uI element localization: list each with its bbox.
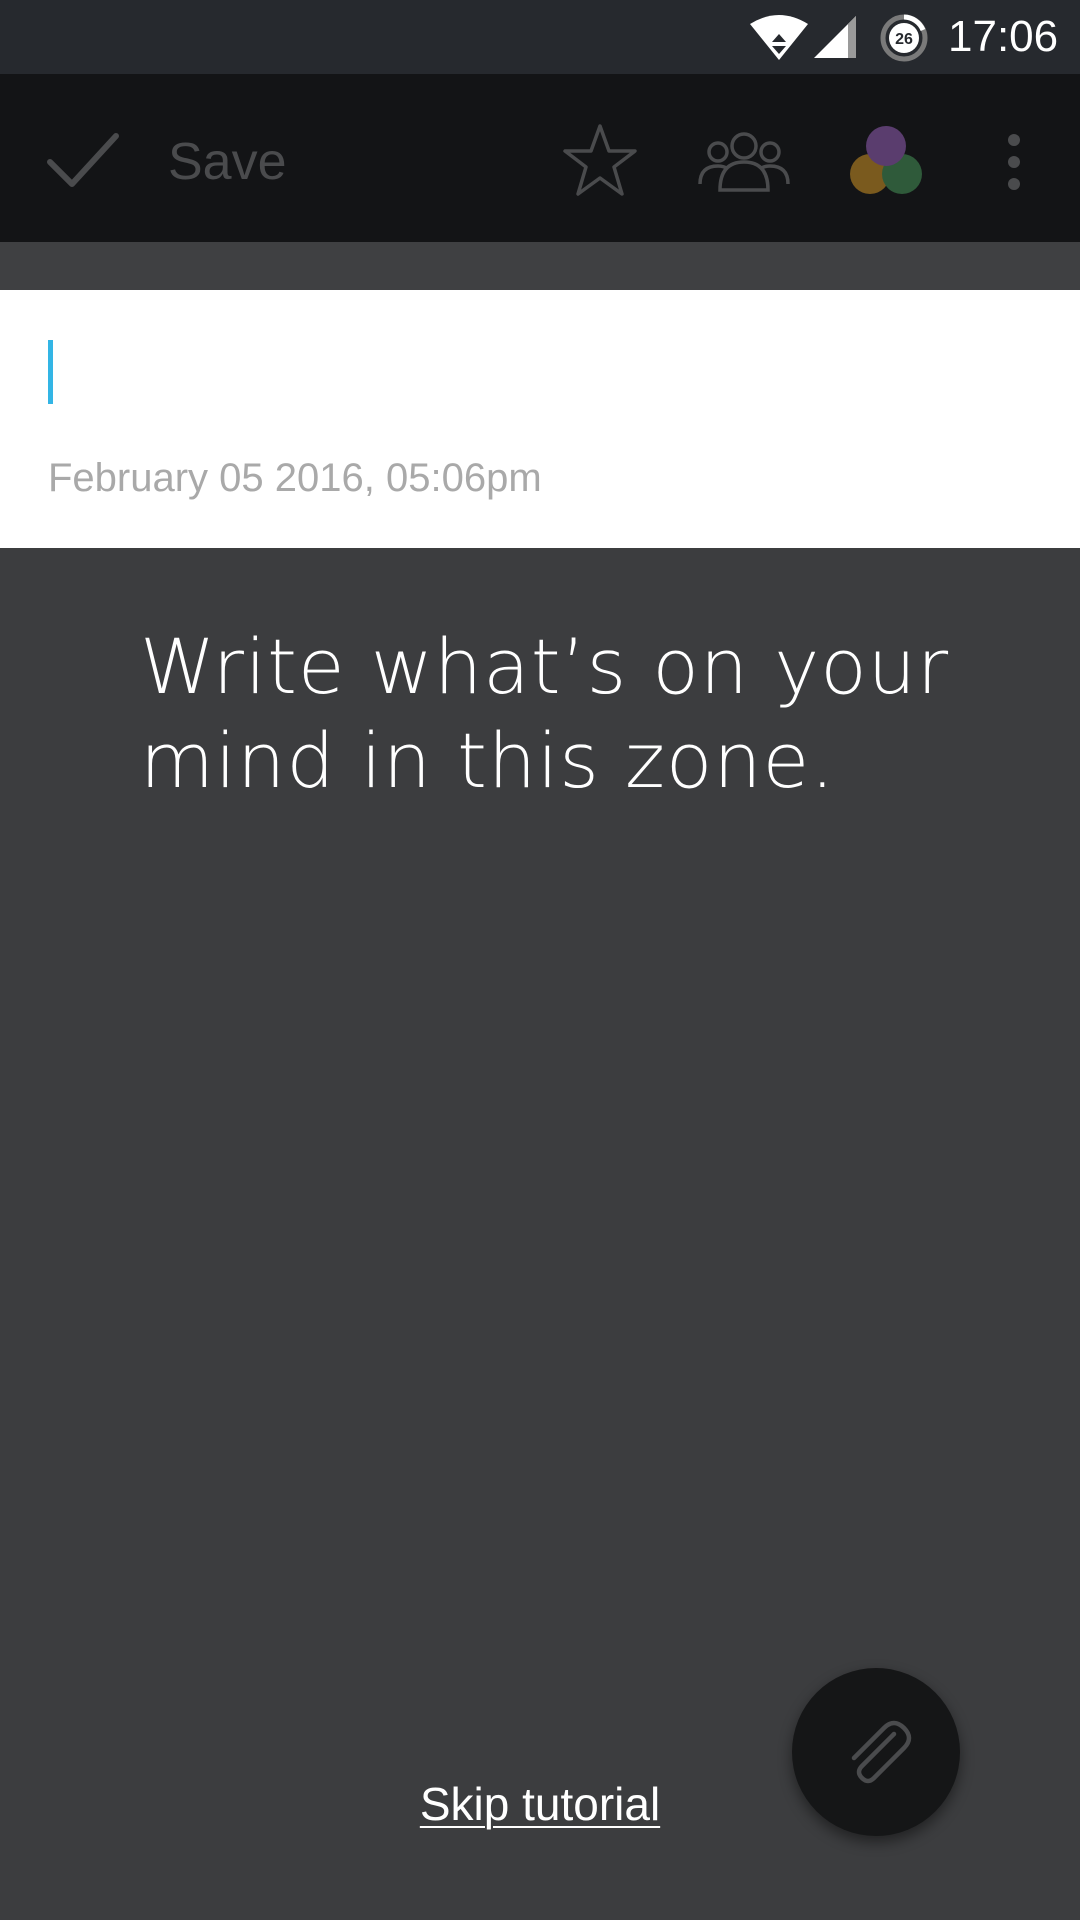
note-header-card: February 05 2016, 05:06pm [0,290,1080,548]
battery-level: 26 [895,31,913,48]
people-icon[interactable] [698,128,790,194]
more-vert-icon[interactable] [1000,132,1028,192]
save-button[interactable]: Save [168,132,287,192]
skip-tutorial-link[interactable]: Skip tutorial [0,1776,1080,1832]
toolbar: Save [0,74,1080,242]
note-title-input[interactable] [60,330,1024,416]
check-icon[interactable] [46,130,120,190]
battery-icon: 26 [880,14,928,62]
status-time: 17:06 [948,12,1059,61]
wifi-icon [750,15,808,60]
toolbar-shadow-band [0,242,1080,290]
text-cursor [48,340,53,404]
cell-signal-icon [814,16,856,58]
status-bar: 26 17:06 [0,0,1080,74]
tutorial-message: Write what’s on your mind in this zone. [140,622,950,805]
star-icon[interactable] [562,122,638,198]
note-date: February 05 2016, 05:06pm [48,456,542,500]
color-picker-icon[interactable] [848,122,926,200]
